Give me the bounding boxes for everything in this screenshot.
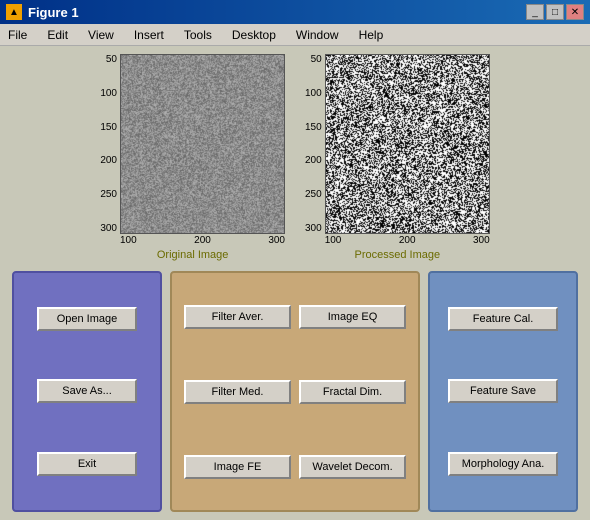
wavelet-decom-button[interactable]: Wavelet Decom. <box>299 455 406 479</box>
minimize-button[interactable]: _ <box>526 4 544 20</box>
processed-label: Processed Image <box>355 249 441 261</box>
menu-item-tools[interactable]: Tools <box>180 27 216 43</box>
window-title: Figure 1 <box>28 5 79 20</box>
open-image-button[interactable]: Open Image <box>37 307 137 331</box>
maximize-button[interactable]: □ <box>546 4 564 20</box>
original-plot-inner: 100 200 300 <box>120 54 285 247</box>
save-as-button[interactable]: Save As... <box>37 379 137 403</box>
image-fe-button[interactable]: Image FE <box>184 455 291 479</box>
processed-x-axis: 100 200 300 <box>325 234 490 247</box>
original-canvas <box>121 55 285 234</box>
original-y-axis: 50 100 150 200 250 300 <box>100 54 120 234</box>
processed-plot-axes: 50 100 150 200 250 300 100 200 300 <box>305 54 490 247</box>
exit-button[interactable]: Exit <box>37 452 137 476</box>
menu-item-file[interactable]: File <box>4 27 31 43</box>
menu-bar: File Edit View Insert Tools Desktop Window Help <box>0 24 590 46</box>
window-controls: _ □ ✕ <box>526 4 584 20</box>
morphology-ana-button[interactable]: Morphology Ana. <box>448 452 558 476</box>
processed-y-axis: 50 100 150 200 250 300 <box>305 54 325 234</box>
menu-item-help[interactable]: Help <box>355 27 388 43</box>
filter-med-button[interactable]: Filter Med. <box>184 380 291 404</box>
original-label: Original Image <box>157 249 229 261</box>
feature-save-button[interactable]: Feature Save <box>448 379 558 403</box>
original-plot-canvas <box>120 54 285 234</box>
filter-aver-button[interactable]: Filter Aver. <box>184 305 291 329</box>
title-bar: ▲ Figure 1 _ □ ✕ <box>0 0 590 24</box>
processed-plot-container: 50 100 150 200 250 300 100 200 300 <box>305 54 490 261</box>
feature-cal-button[interactable]: Feature Cal. <box>448 307 558 331</box>
processed-plot-canvas <box>325 54 490 234</box>
plots-area: 50 100 150 200 250 300 100 200 300 <box>12 54 578 261</box>
menu-item-window[interactable]: Window <box>292 27 343 43</box>
processed-canvas <box>326 55 490 234</box>
image-eq-button[interactable]: Image EQ <box>299 305 406 329</box>
menu-item-desktop[interactable]: Desktop <box>228 27 280 43</box>
close-button[interactable]: ✕ <box>566 4 584 20</box>
menu-item-view[interactable]: View <box>84 27 118 43</box>
buttons-area: Open Image Save As... Exit Filter Aver. … <box>12 271 578 512</box>
original-plot-container: 50 100 150 200 250 300 100 200 300 <box>100 54 285 261</box>
app-icon: ▲ <box>6 4 22 20</box>
menu-item-insert[interactable]: Insert <box>130 27 168 43</box>
left-panel: Open Image Save As... Exit <box>12 271 162 512</box>
original-plot-axes: 50 100 150 200 250 300 100 200 300 <box>100 54 285 247</box>
menu-item-edit[interactable]: Edit <box>43 27 72 43</box>
fractal-dim-button[interactable]: Fractal Dim. <box>299 380 406 404</box>
middle-panel: Filter Aver. Image EQ Filter Med. Fracta… <box>170 271 420 512</box>
processed-plot-inner: 100 200 300 <box>325 54 490 247</box>
right-panel: Feature Cal. Feature Save Morphology Ana… <box>428 271 578 512</box>
main-content: 50 100 150 200 250 300 100 200 300 <box>0 46 590 520</box>
title-left: ▲ Figure 1 <box>6 4 79 20</box>
original-x-axis: 100 200 300 <box>120 234 285 247</box>
